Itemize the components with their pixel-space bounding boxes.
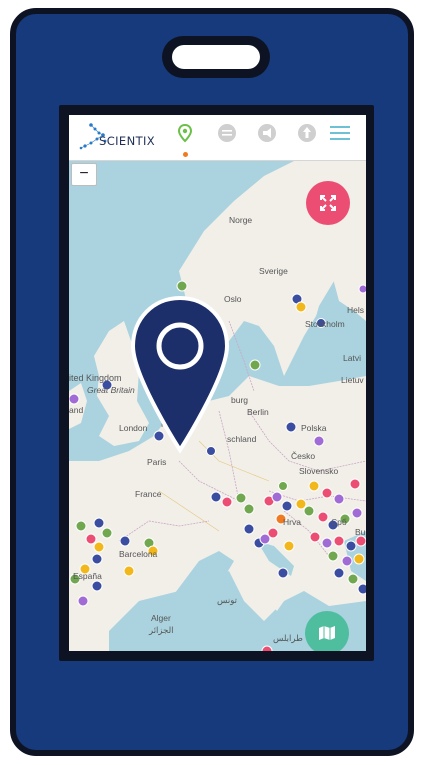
map-label-bulgaria: Bu: [355, 527, 366, 537]
zoom-out-button[interactable]: −: [71, 163, 97, 186]
map-label-paris: Paris: [147, 457, 167, 467]
fullscreen-button[interactable]: [306, 181, 350, 225]
phone-speaker-slot: [172, 45, 260, 69]
app-header: SCIENTIX: [69, 115, 366, 161]
map-label-france: France: [135, 489, 162, 499]
map-label-stockholm: Stockholm: [305, 319, 345, 329]
map-label-sverige: Sverige: [259, 266, 288, 276]
map-label-helsinki: Hels: [347, 305, 365, 315]
map-label-alger: Alger: [151, 613, 171, 623]
filter-icon[interactable]: [217, 123, 237, 143]
upload-icon[interactable]: [297, 123, 317, 143]
map-label-norge: Norge: [229, 215, 253, 225]
active-tab-indicator: [183, 152, 188, 157]
expand-icon: [320, 195, 336, 211]
map-view-button[interactable]: [305, 611, 349, 651]
map-label-srbija: Срб: [331, 517, 347, 527]
phone-speaker: [162, 36, 270, 78]
map-label-espana: España: [73, 571, 102, 581]
map-pin-icon[interactable]: [175, 123, 195, 143]
map-label-lietuva: Lietuv: [341, 375, 364, 385]
menu-icon[interactable]: [329, 123, 351, 143]
logo-text: SCIENTIX: [99, 134, 156, 148]
folded-map-icon: [319, 626, 335, 640]
map-label-berlin: Berlin: [247, 407, 269, 417]
map-label-barcelona: Barcelona: [119, 549, 158, 559]
map-label-polska: Polska: [301, 423, 327, 433]
map-label-cesko: Česko: [291, 451, 316, 461]
map-label-united-kingdom: ited Kingdom: [69, 373, 122, 383]
map-label-great-britain: Great Britain: [87, 385, 135, 395]
map-label-tripoli: طرابلس: [273, 633, 303, 643]
map-label-algeria-ar: الجزائر: [149, 625, 174, 635]
map-label-tounes: تونس: [217, 595, 237, 605]
megaphone-icon[interactable]: [257, 123, 277, 143]
map-label-ireland: and: [69, 405, 84, 415]
map-label-hrvatska: Hrva: [283, 517, 301, 527]
map-label-latvia: Latvi: [343, 353, 361, 363]
map-label-slovensko: Slovensko: [299, 466, 339, 476]
location-pin-icon: [130, 295, 230, 454]
map-label-hamburg: burg: [231, 395, 249, 405]
map-label-deutschland: schland: [227, 434, 257, 444]
